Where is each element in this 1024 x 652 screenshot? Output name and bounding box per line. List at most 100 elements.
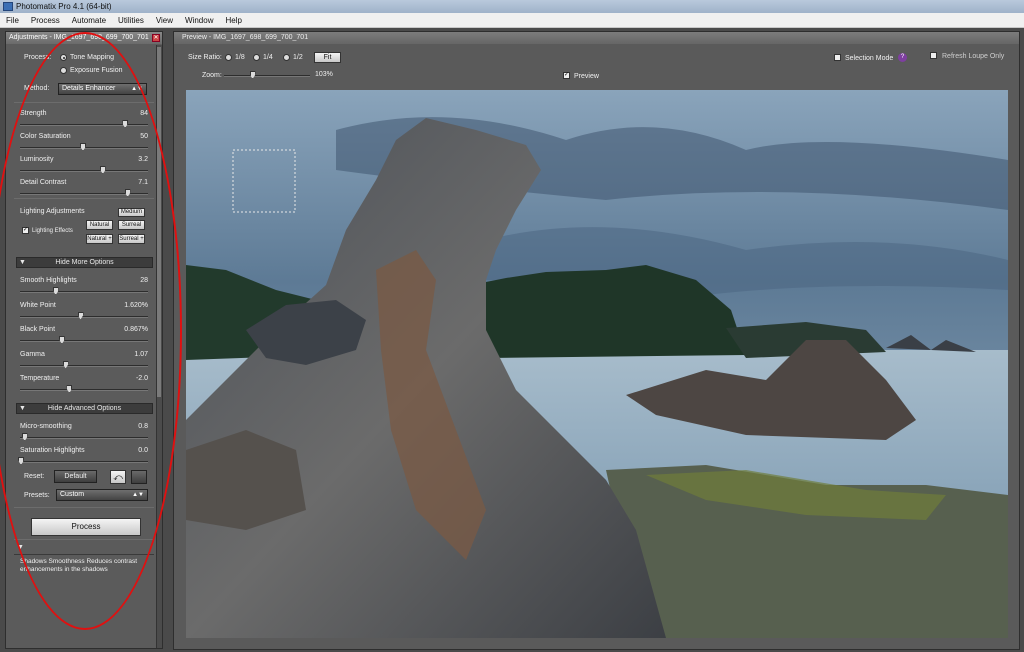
gamma-slider-track[interactable] — [20, 364, 148, 367]
menu-utilities[interactable]: Utilities — [112, 13, 150, 28]
exposure-fusion-radio[interactable] — [60, 67, 67, 74]
triangle-down-icon: ▼ — [19, 405, 26, 412]
presets-value: Custom — [60, 491, 85, 498]
micro-smoothing-label: Micro-smoothing — [20, 423, 72, 430]
gamma-label: Gamma — [20, 350, 45, 358]
lighting-effects-checkbox[interactable]: ✓ — [22, 227, 29, 234]
black-point-label: Black Point — [20, 326, 56, 333]
adjustments-header: Adjustments - IMG_1697_698_699_700_701 ✕ — [6, 32, 162, 44]
strength-slider-thumb[interactable] — [122, 120, 129, 128]
detail-contrast-slider-thumb[interactable] — [124, 189, 131, 197]
default-button[interactable]: Default — [54, 470, 97, 483]
close-icon[interactable]: ✕ — [152, 34, 160, 42]
method-label: Method: — [24, 85, 50, 92]
saturation-highlights-slider-row: Saturation Highlights 0.0 — [18, 447, 150, 469]
zoom-label: Zoom: — [202, 72, 222, 79]
gamma-slider-thumb[interactable] — [62, 360, 69, 369]
saturation-highlights-slider-thumb[interactable] — [18, 457, 24, 465]
luminosity-slider-thumb[interactable] — [99, 166, 106, 174]
ratio-1-4-radio[interactable] — [253, 54, 260, 61]
black-point-slider-track[interactable] — [20, 340, 148, 342]
menu-view[interactable]: View — [150, 13, 179, 28]
undo-icon[interactable]: ⤺ — [110, 470, 126, 484]
lighting-surreal-plus-button[interactable]: Surreal + — [118, 234, 145, 244]
menu-file[interactable]: File — [0, 13, 25, 28]
divider — [14, 102, 154, 103]
menu-help[interactable]: Help — [219, 13, 247, 28]
app-icon — [3, 2, 13, 11]
lighting-natural-button[interactable]: Natural — [86, 220, 113, 230]
strength-slider-track[interactable] — [20, 124, 148, 126]
ratio-1-8-radio[interactable] — [225, 54, 232, 61]
lighting-surreal-button[interactable]: Surreal — [118, 220, 145, 230]
ratio-1-2-radio[interactable] — [283, 54, 290, 61]
fit-button[interactable]: Fit — [314, 52, 341, 63]
strength-value: 84 — [140, 110, 148, 117]
selection-mode-checkbox[interactable] — [834, 54, 841, 61]
color-saturation-label: Color Saturation — [20, 133, 71, 140]
redo-icon[interactable] — [131, 470, 147, 484]
menu-bar: File Process Automate Utilities View Window He… — [0, 13, 1024, 28]
menu-window[interactable]: Window — [179, 13, 219, 28]
saturation-highlights-value: 0.0 — [138, 447, 148, 454]
zoom-slider-thumb[interactable] — [249, 71, 256, 79]
smooth-highlights-label: Smooth Highlights — [20, 277, 77, 284]
preview-checkbox[interactable]: ✓ — [563, 72, 570, 79]
detail-contrast-value: 7.1 — [138, 179, 148, 186]
gamma-value: 1.07 — [134, 350, 148, 358]
hide-advanced-options-toggle[interactable]: ▼ Hide Advanced Options — [16, 403, 153, 414]
reset-label: Reset: — [24, 473, 45, 480]
hide-advanced-options-label: Hide Advanced Options — [47, 405, 122, 412]
micro-smoothing-slider-track[interactable] — [20, 437, 148, 439]
micro-smoothing-slider-row: Micro-smoothing 0.8 — [18, 423, 150, 445]
help-text: Shadows Smoothness Reduces contrast enha… — [20, 558, 138, 573]
process-button[interactable]: Process — [31, 518, 141, 536]
white-point-slider-track[interactable] — [20, 315, 148, 318]
luminosity-slider-track[interactable] — [20, 170, 148, 172]
ratio-1-2-label: 1/2 — [293, 54, 303, 61]
menu-process[interactable]: Process — [25, 13, 66, 28]
preview-header: Preview - IMG_1697_698_699_700_701 — [174, 32, 1019, 44]
color-saturation-value: 50 — [140, 133, 148, 140]
divider — [14, 554, 154, 555]
preview-image[interactable] — [186, 90, 1008, 638]
scrollbar-thumb[interactable] — [157, 47, 161, 397]
black-point-slider-thumb[interactable] — [58, 336, 65, 344]
lighting-natural-plus-button[interactable]: Natural + — [86, 234, 113, 244]
triangle-down-icon[interactable]: ▼ — [17, 544, 24, 551]
color-saturation-slider-row: Color Saturation 50 — [18, 133, 150, 155]
strength-label: Strength — [20, 110, 47, 117]
color-saturation-slider-thumb[interactable] — [80, 143, 86, 151]
saturation-highlights-slider-track[interactable] — [20, 461, 148, 463]
triangle-down-icon: ▼ — [19, 259, 26, 266]
presets-select[interactable]: Custom ▲▼ — [56, 489, 148, 501]
detail-contrast-slider-row: Detail Contrast 7.1 — [18, 179, 150, 201]
menu-automate[interactable]: Automate — [66, 13, 112, 28]
chevron-down-icon: ▲▼ — [131, 86, 143, 92]
method-select[interactable]: Details Enhancer ▲▼ — [58, 83, 147, 95]
size-ratio-label: Size Ratio: — [188, 54, 222, 61]
temperature-slider-track[interactable] — [20, 389, 148, 391]
preview-panel: Preview - IMG_1697_698_699_700_701 Size … — [173, 31, 1020, 650]
method-value: Details Enhancer — [62, 85, 116, 92]
temperature-slider-thumb[interactable] — [66, 385, 73, 393]
divider — [14, 539, 154, 540]
zoom-slider-track[interactable] — [224, 75, 310, 77]
adjustments-panel: Adjustments - IMG_1697_698_699_700_701 ✕… — [5, 31, 163, 649]
white-point-slider-thumb[interactable] — [77, 311, 84, 320]
smooth-highlights-slider-track[interactable] — [20, 291, 148, 293]
lighting-effects-label: Lighting Effects — [32, 228, 73, 234]
black-point-value: 0.867% — [124, 326, 148, 333]
process-label: Process: — [24, 54, 52, 61]
hide-more-options-toggle[interactable]: ▼ Hide More Options — [16, 257, 153, 268]
tone-mapping-radio[interactable] — [60, 54, 67, 61]
preview-title: Preview - IMG_1697_698_699_700_701 — [182, 34, 309, 41]
white-point-slider-row: White Point 1.620% — [18, 302, 150, 324]
lighting-medium-button[interactable]: Medium — [118, 208, 145, 217]
micro-smoothing-slider-thumb[interactable] — [21, 433, 28, 441]
help-icon[interactable]: ? — [898, 53, 907, 62]
refresh-loupe-checkbox[interactable] — [930, 52, 937, 59]
lighting-adjustments-label: Lighting Adjustments — [20, 208, 85, 215]
ratio-1-4-label: 1/4 — [263, 54, 273, 61]
smooth-highlights-slider-thumb[interactable] — [52, 287, 59, 295]
